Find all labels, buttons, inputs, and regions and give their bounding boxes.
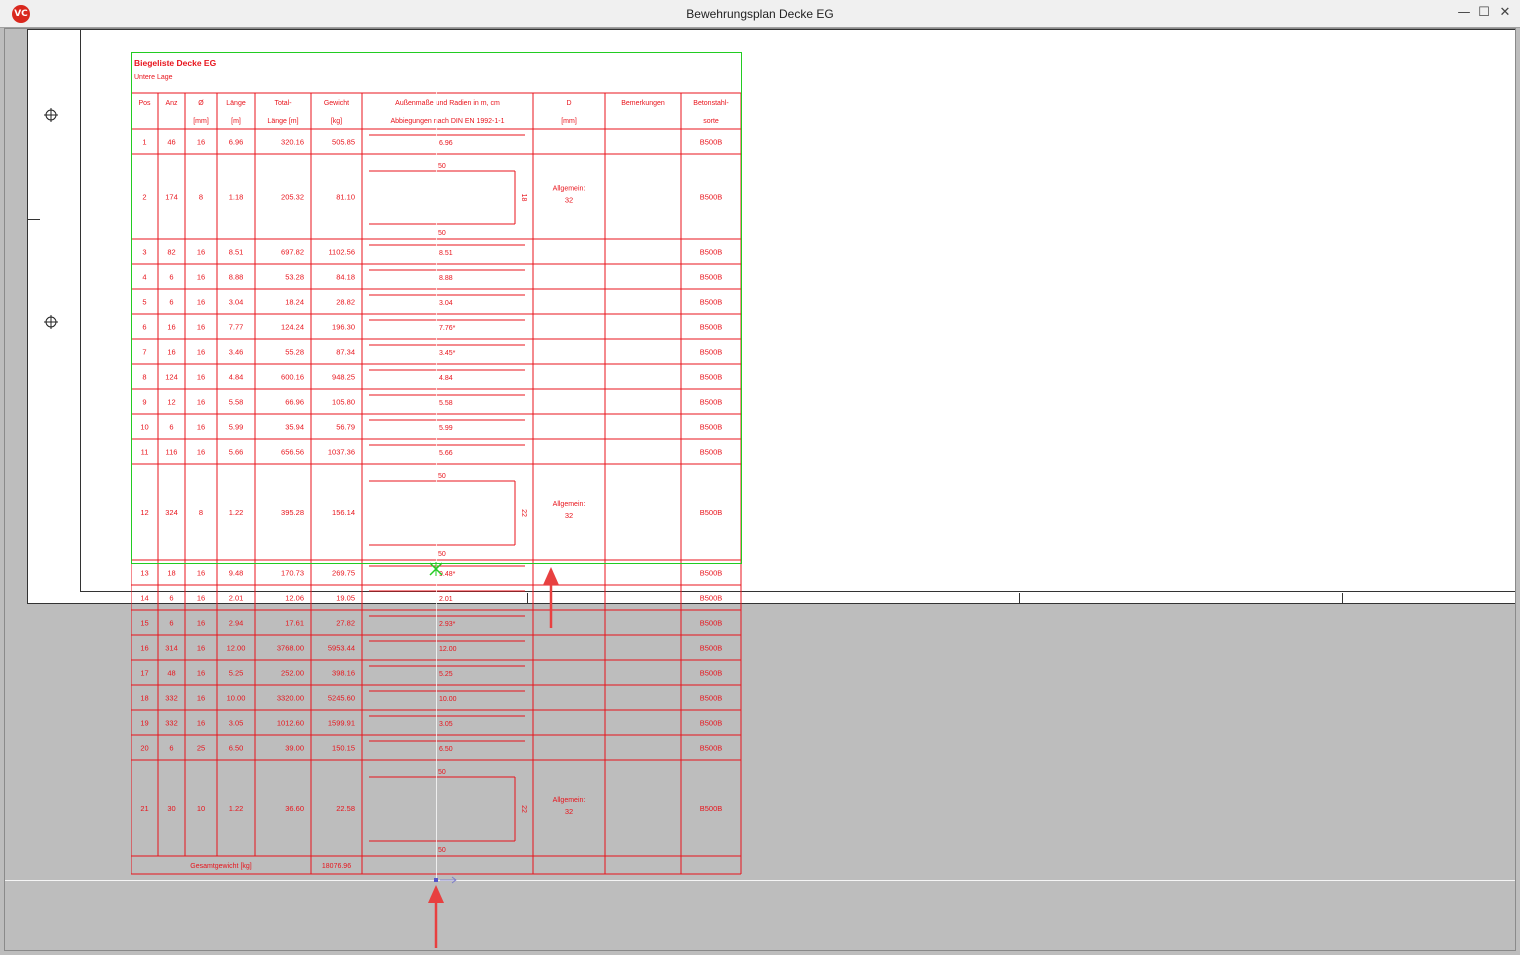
table-cell-sorte: B500B <box>700 594 723 603</box>
table-cell: 1599.91 <box>328 719 355 728</box>
stirrup-dim-bottom: 50 <box>438 847 446 854</box>
snap-point-icon[interactable] <box>429 562 443 576</box>
table-cell: 19.05 <box>336 594 355 603</box>
table-cell: 20 <box>140 744 148 753</box>
selection-frame <box>131 52 742 564</box>
total-weight-value: 18076.96 <box>322 863 351 870</box>
table-cell-sorte: B500B <box>700 669 723 678</box>
annotation-arrow-icon <box>428 885 444 948</box>
table-cell: 16 <box>197 594 205 603</box>
annotation-arrow-icon <box>543 567 559 628</box>
table-cell: 22.58 <box>336 804 355 813</box>
bar-length-label: 2.01 <box>439 596 453 603</box>
table-cell-sorte: B500B <box>700 644 723 653</box>
bar-length-label: 12.00 <box>439 646 457 653</box>
crosshair-marker-icon <box>44 108 58 122</box>
table-cell: 12.00 <box>227 644 246 653</box>
frame-tick <box>1019 593 1020 604</box>
table-cell: 170.73 <box>281 569 304 578</box>
table-cell: 2.94 <box>229 619 244 628</box>
bar-length-label: 2.93* <box>439 621 456 628</box>
table-cell: 16 <box>140 644 148 653</box>
table-cell-sorte: B500B <box>700 569 723 578</box>
table-cell-sorte: B500B <box>700 804 723 813</box>
table-cell: 17.61 <box>285 619 304 628</box>
table-cell: 332 <box>165 719 178 728</box>
table-cell: 10 <box>197 804 205 813</box>
bar-length-label: 3.05 <box>439 721 453 728</box>
table-cell: 5953.44 <box>328 644 355 653</box>
table-cell: 16 <box>197 619 205 628</box>
table-cell-sorte: B500B <box>700 719 723 728</box>
stirrup-dim-top: 50 <box>438 769 446 776</box>
table-cell: 3768.00 <box>277 644 304 653</box>
table-cell: 150.15 <box>332 744 355 753</box>
window-title: Bewehrungsplan Decke EG <box>686 7 834 21</box>
frame-tick <box>28 219 40 220</box>
stirrup-dim-side: 22 <box>520 805 527 813</box>
table-cell-sorte: B500B <box>700 744 723 753</box>
table-cell: 36.60 <box>285 804 304 813</box>
table-cell: 10.00 <box>227 694 246 703</box>
table-cell: 6.50 <box>229 744 244 753</box>
table-cell: 15 <box>140 619 148 628</box>
table-cell: 269.75 <box>332 569 355 578</box>
close-button[interactable]: ✕ <box>1495 4 1515 22</box>
table-cell: 252.00 <box>281 669 304 678</box>
table-cell: 332 <box>165 694 178 703</box>
maximize-button[interactable]: ☐ <box>1474 4 1494 22</box>
mandrel-label: Allgemein: <box>553 797 586 804</box>
table-cell: 9.48 <box>229 569 244 578</box>
table-cell: 5.25 <box>229 669 244 678</box>
table-cell: 16 <box>197 694 205 703</box>
table-cell: 14 <box>140 594 148 603</box>
bar-length-label: 6.50 <box>439 746 453 753</box>
table-cell: 2.01 <box>229 594 244 603</box>
table-cell: 18 <box>167 569 175 578</box>
table-cell: 16 <box>197 719 205 728</box>
table-cell: 398.16 <box>332 669 355 678</box>
table-cell: 12.06 <box>285 594 304 603</box>
table-cell: 39.00 <box>285 744 304 753</box>
table-cell: 18 <box>140 694 148 703</box>
table-cell: 21 <box>140 804 148 813</box>
table-cell: 13 <box>140 569 148 578</box>
table-cell: 30 <box>167 804 175 813</box>
bar-length-label: 5.25 <box>439 671 453 678</box>
table-cell: 314 <box>165 644 178 653</box>
table-cell: 1.22 <box>229 804 244 813</box>
table-cell: 25 <box>197 744 205 753</box>
table-cell: 27.82 <box>336 619 355 628</box>
table-cell: 6 <box>169 744 173 753</box>
minimize-button[interactable]: — <box>1454 4 1474 22</box>
table-cell: 48 <box>167 669 175 678</box>
table-cell: 1012.60 <box>277 719 304 728</box>
table-cell: 19 <box>140 719 148 728</box>
table-cell: 16 <box>197 644 205 653</box>
table-cell-sorte: B500B <box>700 694 723 703</box>
table-cell: 3.05 <box>229 719 244 728</box>
crosshair-marker-icon <box>44 315 58 329</box>
table-cell: 16 <box>197 569 205 578</box>
title-bar: VC Bewehrungsplan Decke EG — ☐ ✕ <box>0 0 1520 28</box>
bar-length-label: 10.00 <box>439 696 457 703</box>
table-cell: 17 <box>140 669 148 678</box>
table-cell: 6 <box>169 594 173 603</box>
table-cell-sorte: B500B <box>700 619 723 628</box>
table-cell: 16 <box>197 669 205 678</box>
mandrel-value: 32 <box>565 807 573 816</box>
table-cell: 6 <box>169 619 173 628</box>
total-weight-label: Gesamtgewicht [kg] <box>190 863 252 870</box>
frame-tick <box>1342 593 1343 604</box>
cursor-guide-horizontal <box>5 880 1515 881</box>
table-cell: 5245.60 <box>328 694 355 703</box>
table-cell: 3320.00 <box>277 694 304 703</box>
